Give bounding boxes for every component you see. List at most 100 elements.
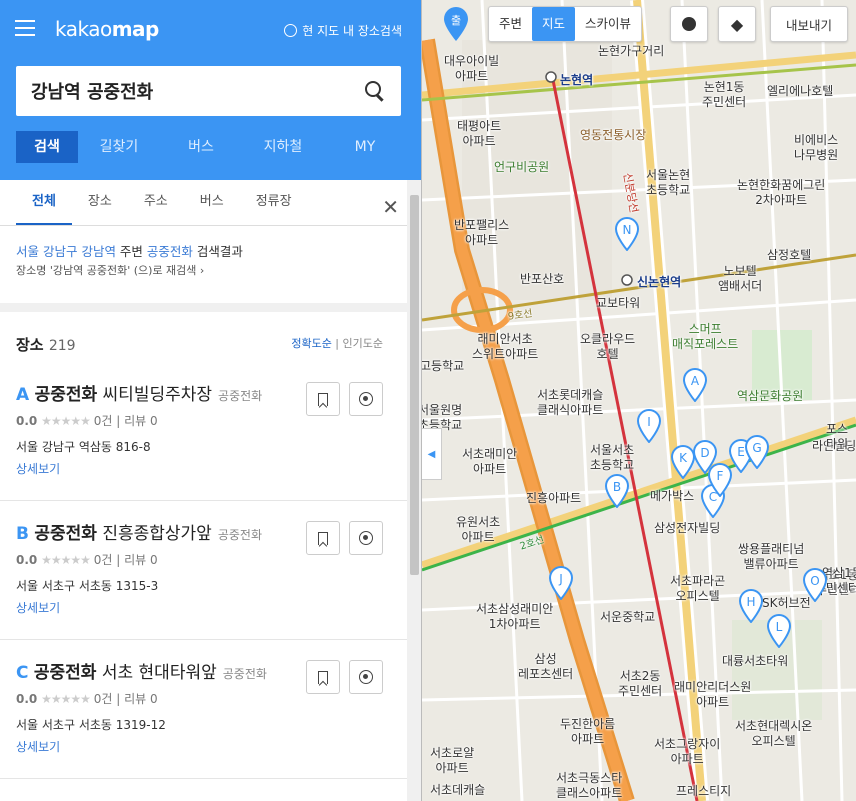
map-label: 쌍용플래티넘 밸류아파트 — [738, 542, 805, 571]
map-label: 엘리에나호텔 — [767, 84, 834, 98]
pin-label: J — [558, 572, 563, 586]
map-label: 스머프 매직포레스트 — [672, 322, 739, 351]
map-pin-i[interactable]: I — [636, 409, 662, 443]
skyview-button[interactable]: 스카이뷰 — [575, 7, 641, 41]
place-address: 서울 강남구 역삼동 816-8 — [16, 440, 151, 454]
map-pin-n[interactable]: N — [614, 217, 640, 251]
result-filter-tabs: 전체 장소 주소 버스 정류장 — [0, 180, 407, 226]
pin-label: G — [752, 441, 761, 455]
filter-place[interactable]: 장소 — [72, 180, 128, 225]
star-icon: ★★★★★ — [41, 692, 91, 706]
search-input[interactable] — [31, 80, 364, 102]
detail-link[interactable]: 상세보기 — [16, 460, 60, 477]
map-label: 서초현대렉시온 오피스텔 — [735, 719, 813, 748]
map-label: 노보텔 앰배서더 — [718, 264, 763, 293]
review-count: 리뷰 0 — [124, 414, 158, 428]
tab-subway[interactable]: 지하철 — [242, 131, 324, 163]
place-category: 공중전화 — [217, 528, 262, 542]
map-pin-l[interactable]: L — [766, 614, 792, 648]
sort-accuracy[interactable]: 정확도순 — [291, 337, 331, 350]
filter-bus[interactable]: 버스 — [184, 180, 240, 225]
divider — [0, 303, 407, 312]
info-tail: 검색결과 — [192, 244, 243, 259]
start-marker-button[interactable]: 출 — [442, 6, 470, 42]
close-icon[interactable]: ✕ — [382, 195, 399, 219]
pin-button[interactable] — [349, 382, 383, 416]
bookmark-icon — [318, 392, 328, 406]
map-pin-j[interactable]: J — [548, 566, 574, 600]
region-link[interactable]: 서울 강남구 강남역 — [16, 244, 116, 259]
area-search-label: 현 지도 내 장소검색 — [302, 24, 402, 38]
rating-count: 0건 — [93, 414, 113, 428]
map-pin-k[interactable]: K — [670, 445, 696, 479]
layers-icon: ◆ — [730, 14, 744, 34]
map-label: 신논현역 — [637, 275, 682, 289]
filter-all[interactable]: 전체 — [16, 180, 72, 225]
nav-tabs: 검색 길찾기 버스 지하철 MY — [16, 131, 406, 163]
scrollbar-thumb[interactable] — [410, 195, 419, 575]
filter-stop[interactable]: 정류장 — [240, 180, 308, 225]
menu-icon[interactable] — [15, 20, 35, 36]
rating-score: 0.0 — [16, 692, 38, 706]
bookmark-button[interactable] — [306, 521, 340, 555]
map-label: 반포팰리스 아파트 — [454, 218, 510, 247]
map-label: 반포산호 — [520, 272, 565, 286]
map-pin-a[interactable]: A — [682, 368, 708, 402]
sort-popular[interactable]: 인기도순 — [343, 337, 383, 350]
place-item[interactable]: B 공중전화 진흥종합상가앞 공중전화 0.0 ★★★★★ 0건 | 리뷰 0 서… — [0, 501, 407, 640]
map-pin-g[interactable]: G — [744, 435, 770, 469]
map-label: 논현가구거리 — [598, 44, 665, 58]
research-link[interactable]: 장소명 '강남역 공중전화' (으)로 재검색 › — [16, 262, 243, 280]
place-rating: 0.0 ★★★★★ 0건 | 리뷰 0 — [16, 692, 158, 706]
pin-label: H — [746, 595, 755, 609]
map-label: 두진한아름 아파트 — [560, 717, 616, 746]
pin-label: N — [623, 223, 632, 237]
review-count: 리뷰 0 — [124, 553, 158, 567]
place-title[interactable]: C 공중전화 서초 현대타워앞 공중전화 — [16, 658, 267, 683]
pin-button[interactable] — [349, 660, 383, 694]
map-view-button[interactable]: 지도 — [532, 7, 576, 41]
pin-label: L — [776, 620, 783, 634]
map-label: 서초극동스타 클래스아파트 — [556, 771, 623, 800]
nearby-button[interactable]: 주변 — [489, 7, 532, 41]
map-canvas[interactable]: 대우아이빌 아파트 논현역 논현1동 주민센터 엘리에나호텔 태평아트 아파트 영동전… — [422, 0, 856, 801]
detail-link[interactable]: 상세보기 — [16, 599, 60, 616]
roadview-button[interactable] — [670, 6, 708, 42]
info-keyword: 공중전화 — [146, 244, 193, 259]
scrollbar[interactable] — [407, 180, 421, 801]
map-label: 서초로얄 아파트 — [430, 746, 475, 775]
map-label: 서울서초 초등학교 — [590, 443, 635, 472]
map-label: 서초2동 주민센터 — [618, 669, 663, 698]
bookmark-button[interactable] — [306, 660, 340, 694]
map-pin-o[interactable]: O — [802, 568, 828, 602]
map-label: 서초그랑자이 아파트 — [654, 737, 721, 766]
kakaomap-logo[interactable]: kakaomap — [55, 17, 159, 41]
layers-button[interactable]: ◆ — [718, 6, 756, 42]
map-pin-b[interactable]: B — [604, 474, 630, 508]
detail-link[interactable]: 상세보기 — [16, 738, 60, 755]
area-search-toggle[interactable]: 현 지도 내 장소검색 — [284, 22, 402, 39]
tab-bus[interactable]: 버스 — [160, 131, 242, 163]
place-address: 서울 서초구 서초동 1319-12 — [16, 718, 166, 732]
map-label: 래미안서초 스위트아파트 — [472, 332, 539, 361]
map-pin-h[interactable]: H — [738, 589, 764, 623]
map-label: 비에비스 나무병원 — [794, 133, 839, 162]
tab-directions[interactable]: 길찾기 — [78, 131, 160, 163]
location-icon — [359, 670, 373, 684]
place-title[interactable]: A 공중전화 씨티빌딩주차장 공중전화 — [16, 380, 262, 405]
export-button[interactable]: 내보내기 — [770, 6, 848, 42]
map-label: 진흥아파트 — [526, 491, 582, 505]
place-item[interactable]: A 공중전화 씨티빌딩주차장 공중전화 0.0 ★★★★★ 0건 | 리뷰 0 서… — [0, 362, 407, 501]
collapse-panel-button[interactable]: ◀ — [422, 428, 442, 480]
map-type-toolbar: 주변 지도 스카이뷰 — [488, 6, 643, 42]
tab-my[interactable]: MY — [324, 131, 406, 163]
bookmark-button[interactable] — [306, 382, 340, 416]
place-item[interactable]: C 공중전화 서초 현대타워앞 공중전화 0.0 ★★★★★ 0건 | 리뷰 0 … — [0, 640, 407, 779]
place-title[interactable]: B 공중전화 진흥종합상가앞 공중전화 — [16, 519, 262, 544]
map-pin-f[interactable]: F — [707, 463, 733, 497]
filter-address[interactable]: 주소 — [128, 180, 184, 225]
search-icon[interactable] — [364, 80, 386, 102]
tab-search[interactable]: 검색 — [16, 131, 78, 163]
pin-button[interactable] — [349, 521, 383, 555]
map-label: 고등학교 — [422, 359, 465, 373]
